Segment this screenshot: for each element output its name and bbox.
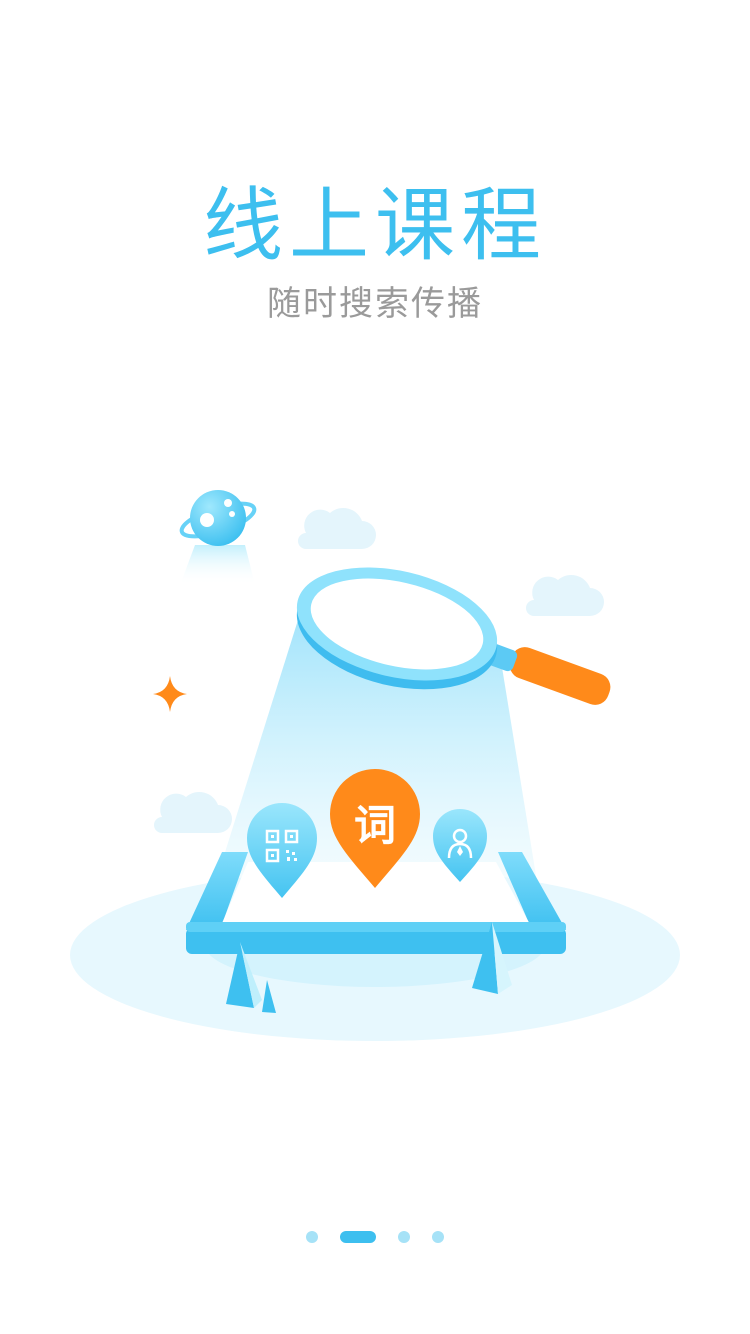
page-dot[interactable] xyxy=(432,1231,444,1243)
page-indicator xyxy=(0,1230,750,1244)
onboarding-subtitle: 随时搜索传播 xyxy=(267,284,483,324)
onboarding-title: 线上课程 xyxy=(203,179,547,272)
cloud-icon xyxy=(154,791,232,833)
planet-icon xyxy=(179,490,257,585)
cloud-icon xyxy=(526,574,604,616)
onboarding-illustration: 词 xyxy=(70,490,680,1041)
page-dot[interactable] xyxy=(340,1231,376,1243)
page-dot[interactable] xyxy=(306,1231,318,1243)
word-marker-label: 词 xyxy=(354,801,396,850)
sparkle-icon xyxy=(153,676,187,712)
page-dot[interactable] xyxy=(398,1231,410,1243)
cloud-icon xyxy=(298,507,376,549)
